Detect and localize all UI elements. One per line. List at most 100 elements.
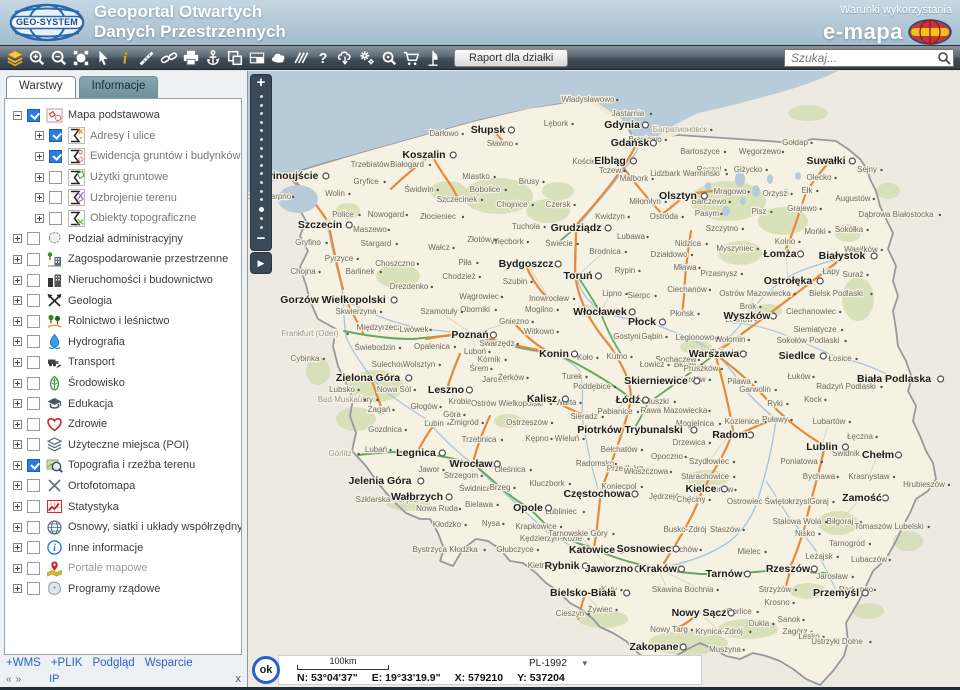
expand-icon[interactable] [13,358,22,367]
select-area-icon[interactable] [70,46,92,69]
crs-dropdown[interactable]: PL-1992 ▼ [529,658,589,669]
panel-collapse-button[interactable]: ▶ [250,252,272,274]
layer-label[interactable]: Adresy i ulice [90,130,155,142]
zoom-in-icon[interactable] [26,46,48,69]
layer-label[interactable]: Uzbrojenie terenu [90,192,177,204]
layer-label[interactable]: Statystyka [68,501,119,513]
expand-icon[interactable] [13,564,22,573]
layer-label[interactable]: Zagospodarowanie przestrzenne [68,253,228,265]
cursor-icon[interactable] [92,46,114,69]
layer-label[interactable]: Użytki gruntowe [90,171,168,183]
cloud-shape-icon[interactable] [268,46,290,69]
footer-link-wsparcie[interactable]: Wsparcie [145,657,193,669]
zoom-level-dot[interactable] [260,172,263,175]
anchor-icon[interactable] [202,46,224,69]
layer-checkbox[interactable] [49,129,62,142]
layout-icon[interactable] [246,46,268,69]
layer-checkbox[interactable] [27,356,40,369]
collapse-icon[interactable] [13,111,22,120]
pager-next-button[interactable]: » [16,674,22,685]
expand-icon[interactable] [13,481,22,490]
expand-icon[interactable] [13,502,22,511]
expand-icon[interactable] [35,131,44,140]
windows-icon[interactable] [224,46,246,69]
layer-label[interactable]: Geologia [68,295,112,307]
layer-checkbox[interactable] [27,253,40,266]
cart-icon[interactable] [400,46,422,69]
layer-checkbox[interactable] [27,438,40,451]
layer-label[interactable]: Osnowy, siatki i układy współrzędnych [68,521,242,533]
layer-label[interactable]: Rolnictwo i leśnictwo [68,315,169,327]
layer-label[interactable]: Ewidencja gruntów i budynków [90,150,240,162]
layer-checkbox[interactable] [27,109,40,122]
zoom-out-icon[interactable] [48,46,70,69]
layer-checkbox[interactable] [27,500,40,513]
expand-icon[interactable] [35,214,44,223]
cloud-download-icon[interactable] [334,46,356,69]
layer-label[interactable]: Mapa podstawowa [68,109,160,121]
expand-icon[interactable] [13,337,22,346]
pager-prev-button[interactable]: « [6,674,12,685]
layer-checkbox[interactable] [27,479,40,492]
expand-icon[interactable] [13,584,22,593]
measure-icon[interactable] [136,46,158,69]
expand-icon[interactable] [13,379,22,388]
sidebar-close-button[interactable]: x [236,673,242,685]
zoom-level-dot[interactable] [260,198,263,201]
layer-checkbox[interactable] [27,315,40,328]
layer-checkbox[interactable] [49,150,62,163]
expand-icon[interactable] [13,317,22,326]
layer-label[interactable]: Edukacja [68,398,113,410]
geo-system-logo[interactable]: GEO-SYSTEM [8,3,86,42]
layer-checkbox[interactable] [27,521,40,534]
footer-link-wms[interactable]: +WMS [6,657,41,669]
expand-icon[interactable] [13,255,22,264]
zoom-level-dot[interactable] [260,112,263,115]
print-icon[interactable] [180,46,202,69]
layer-checkbox[interactable] [27,418,40,431]
zoom-level-dot[interactable] [260,147,263,150]
expand-icon[interactable] [13,420,22,429]
layer-checkbox[interactable] [27,562,40,575]
zoom-out-button[interactable]: − [252,232,270,248]
tab-warstwy[interactable]: Warstwy [6,76,76,98]
search-plot-icon[interactable] [378,46,400,69]
zoom-in-button[interactable]: + [252,76,270,92]
expand-icon[interactable] [35,173,44,182]
footer-link-plik[interactable]: +PLIK [51,657,83,669]
expand-icon[interactable] [13,234,22,243]
layer-checkbox[interactable] [27,232,40,245]
hatch-icon[interactable] [290,46,312,69]
footer-link-podgląd[interactable]: Podgląd [92,657,134,669]
zoom-level-dot[interactable] [260,217,263,220]
expand-icon[interactable] [13,399,22,408]
layer-label[interactable]: Inne informacje [68,542,143,554]
zoom-level-dot[interactable] [260,138,263,141]
zoom-level-dot[interactable] [260,104,263,107]
help-icon[interactable]: ? [312,46,334,69]
zoom-level-current[interactable] [259,207,264,212]
expand-icon[interactable] [35,193,44,202]
report-button[interactable]: Raport dla działki [454,49,568,67]
terms-link[interactable]: Warunki wykorzystania [840,4,952,16]
zoom-level-dot[interactable] [260,129,263,132]
ok-button[interactable]: ok [252,656,280,684]
zoom-level-dot[interactable] [260,95,263,98]
layer-checkbox[interactable] [27,541,40,554]
layer-label[interactable]: Portale mapowe [68,562,148,574]
layer-checkbox[interactable] [27,294,40,307]
layer-checkbox[interactable] [49,212,62,225]
expand-icon[interactable] [13,523,22,532]
zoom-level-dot[interactable] [260,121,263,124]
layer-checkbox[interactable] [49,171,62,184]
layer-label[interactable]: Nieruchomości i budownictwo [68,274,213,286]
zoom-level-dot[interactable] [260,190,263,193]
layer-checkbox[interactable] [27,459,40,472]
expand-icon[interactable] [13,276,22,285]
layer-checkbox[interactable] [27,335,40,348]
layer-label[interactable]: Transport [68,356,115,368]
ip-link[interactable]: IP [49,673,59,685]
expand-icon[interactable] [13,461,22,470]
layer-label[interactable]: Obiekty topograficzne [90,212,196,224]
search-input[interactable] [784,49,954,67]
